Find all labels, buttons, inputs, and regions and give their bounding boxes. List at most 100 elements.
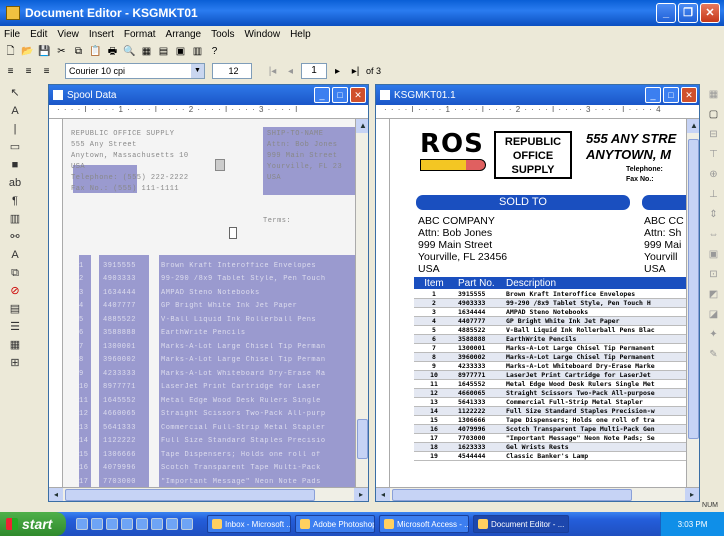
spool-data-page[interactable]: REPUBLIC OFFICE SUPPLY 555 Any Street An… — [63, 119, 355, 487]
properties-icon[interactable]: ☰ — [4, 320, 26, 334]
spool-minimize-button[interactable]: _ — [314, 87, 330, 103]
ungroup-icon[interactable]: ⊡ — [707, 268, 721, 282]
form-vertical-scrollbar[interactable]: ▲ — [686, 119, 699, 487]
paragraph-icon[interactable]: ¶ — [4, 194, 26, 208]
start-button[interactable]: start — [0, 512, 66, 536]
minimize-button[interactable]: _ — [656, 3, 676, 23]
print-icon[interactable]: 🖶 — [105, 44, 120, 59]
distribute-icon[interactable]: ⇕ — [707, 208, 721, 222]
quick-launch-icon[interactable] — [166, 518, 178, 530]
align-top-icon[interactable]: ⊤ — [707, 148, 721, 162]
scroll-up-icon[interactable]: ▲ — [687, 119, 699, 133]
system-tray-clock[interactable]: 3:03 PM — [660, 512, 724, 536]
pen-icon[interactable]: ✎ — [707, 348, 721, 362]
form-minimize-button[interactable]: _ — [645, 87, 661, 103]
save-icon[interactable]: 💾 — [37, 44, 52, 59]
align-left-icon[interactable]: ≡ — [3, 64, 18, 79]
grid-tool-icon[interactable]: ▦ — [4, 338, 26, 352]
task-photoshop[interactable]: Adobe Photoshop — [295, 515, 375, 533]
spool-vscroll-thumb[interactable] — [357, 419, 368, 459]
no-print-icon[interactable]: ⊘ — [4, 284, 26, 298]
spool-close-button[interactable]: ✕ — [350, 87, 366, 103]
font-icon[interactable]: A — [4, 248, 26, 262]
grid-toggle-icon[interactable]: ▦ — [707, 88, 721, 102]
menu-format[interactable]: Format — [124, 29, 156, 40]
link-icon[interactable]: ⚯ — [4, 230, 26, 244]
open-icon[interactable]: 📂 — [20, 44, 35, 59]
menu-insert[interactable]: Insert — [89, 29, 114, 40]
print-preview-icon[interactable]: 🔍 — [122, 44, 137, 59]
align-bottom-icon[interactable]: ⊥ — [707, 188, 721, 202]
align-center-icon[interactable]: ≡ — [21, 64, 36, 79]
size-icon[interactable]: ⇔ — [707, 228, 721, 242]
task-inbox[interactable]: Inbox - Microsoft ... — [207, 515, 291, 533]
quick-launch-icon[interactable] — [151, 518, 163, 530]
quick-launch-icon[interactable] — [181, 518, 193, 530]
form-close-button[interactable]: ✕ — [681, 87, 697, 103]
scroll-right-icon[interactable]: ▸ — [354, 487, 368, 501]
form-horizontal-scrollbar[interactable]: ◂ ▸ — [376, 487, 699, 501]
bolt-icon[interactable]: ✦ — [707, 328, 721, 342]
snap-icon[interactable]: ⊟ — [707, 128, 721, 142]
spool-maximize-button[interactable]: □ — [332, 87, 348, 103]
text-tool-icon[interactable]: A — [4, 104, 26, 118]
quick-launch-icon[interactable] — [106, 518, 118, 530]
help-icon[interactable]: ? — [207, 44, 222, 59]
image-icon[interactable]: ▣ — [173, 44, 188, 59]
scroll-left-icon[interactable]: ◂ — [376, 487, 390, 501]
form-page[interactable]: ROS REPUBLIC OFFICE SUPPLY 555 ANY STRE … — [390, 119, 686, 487]
font-select[interactable]: Courier 10 cpi ▼ — [65, 63, 205, 79]
spool-vertical-scrollbar[interactable]: ▲ — [355, 119, 368, 487]
copy-icon[interactable]: ⧉ — [71, 44, 86, 59]
scroll-left-icon[interactable]: ◂ — [49, 487, 63, 501]
align-middle-icon[interactable]: ⊕ — [707, 168, 721, 182]
maximize-button[interactable]: ❐ — [678, 3, 698, 23]
line-tool-icon[interactable]: | — [4, 122, 26, 136]
paste-icon[interactable]: 📋 — [88, 44, 103, 59]
first-page-icon[interactable]: |◂ — [265, 64, 280, 79]
pointer-icon[interactable]: ↖ — [4, 86, 26, 100]
font-size-select[interactable]: 12 — [212, 63, 252, 79]
prev-page-icon[interactable]: ◂ — [283, 64, 298, 79]
cut-icon[interactable]: ✂ — [54, 44, 69, 59]
menu-tools[interactable]: Tools — [211, 29, 234, 40]
menu-file[interactable]: File — [4, 29, 20, 40]
form-hscroll-thumb[interactable] — [392, 488, 632, 501]
layers-icon[interactable]: ▤ — [4, 302, 26, 316]
box-tool-icon[interactable]: ▭ — [4, 140, 26, 154]
scroll-right-icon[interactable]: ▸ — [685, 487, 699, 501]
menu-edit[interactable]: Edit — [30, 29, 47, 40]
scroll-up-icon[interactable]: ▲ — [356, 119, 368, 133]
form-vscroll-thumb[interactable] — [688, 139, 699, 439]
fill-tool-icon[interactable]: ■ — [4, 158, 26, 172]
chart-icon[interactable]: ▥ — [190, 44, 205, 59]
back-icon[interactable]: ◪ — [707, 308, 721, 322]
quick-launch-icon[interactable] — [91, 518, 103, 530]
spool-hscroll-thumb[interactable] — [65, 488, 315, 501]
quick-launch-icon[interactable] — [76, 518, 88, 530]
menu-window[interactable]: Window — [244, 29, 280, 40]
page-number-field[interactable]: 1 — [301, 63, 327, 79]
align-right-icon[interactable]: ≡ — [39, 64, 54, 79]
grid-icon[interactable]: ▦ — [139, 44, 154, 59]
menu-help[interactable]: Help — [290, 29, 311, 40]
table-icon[interactable]: ▤ — [156, 44, 171, 59]
group-icon[interactable]: ▣ — [707, 248, 721, 262]
quick-launch-icon[interactable] — [136, 518, 148, 530]
page-icon[interactable]: ▢ — [707, 108, 721, 122]
task-document-editor[interactable]: Document Editor - ... — [473, 515, 569, 533]
task-access[interactable]: Microsoft Access - ... — [379, 515, 469, 533]
barcode-icon[interactable]: ▥ — [4, 212, 26, 226]
new-icon[interactable]: 🗋 — [3, 44, 18, 59]
menu-arrange[interactable]: Arrange — [166, 29, 202, 40]
menu-view[interactable]: View — [57, 29, 79, 40]
field-tool-icon[interactable]: ab — [4, 176, 26, 190]
spool-horizontal-scrollbar[interactable]: ◂ ▸ — [49, 487, 368, 501]
image-tool-icon[interactable]: ⧉ — [4, 266, 26, 280]
next-page-icon[interactable]: ▸ — [330, 64, 345, 79]
zoom-tool-icon[interactable]: ⊞ — [4, 356, 26, 370]
front-icon[interactable]: ◩ — [707, 288, 721, 302]
close-button[interactable]: ✕ — [700, 3, 720, 23]
quick-launch-icon[interactable] — [121, 518, 133, 530]
last-page-icon[interactable]: ▸| — [348, 64, 363, 79]
